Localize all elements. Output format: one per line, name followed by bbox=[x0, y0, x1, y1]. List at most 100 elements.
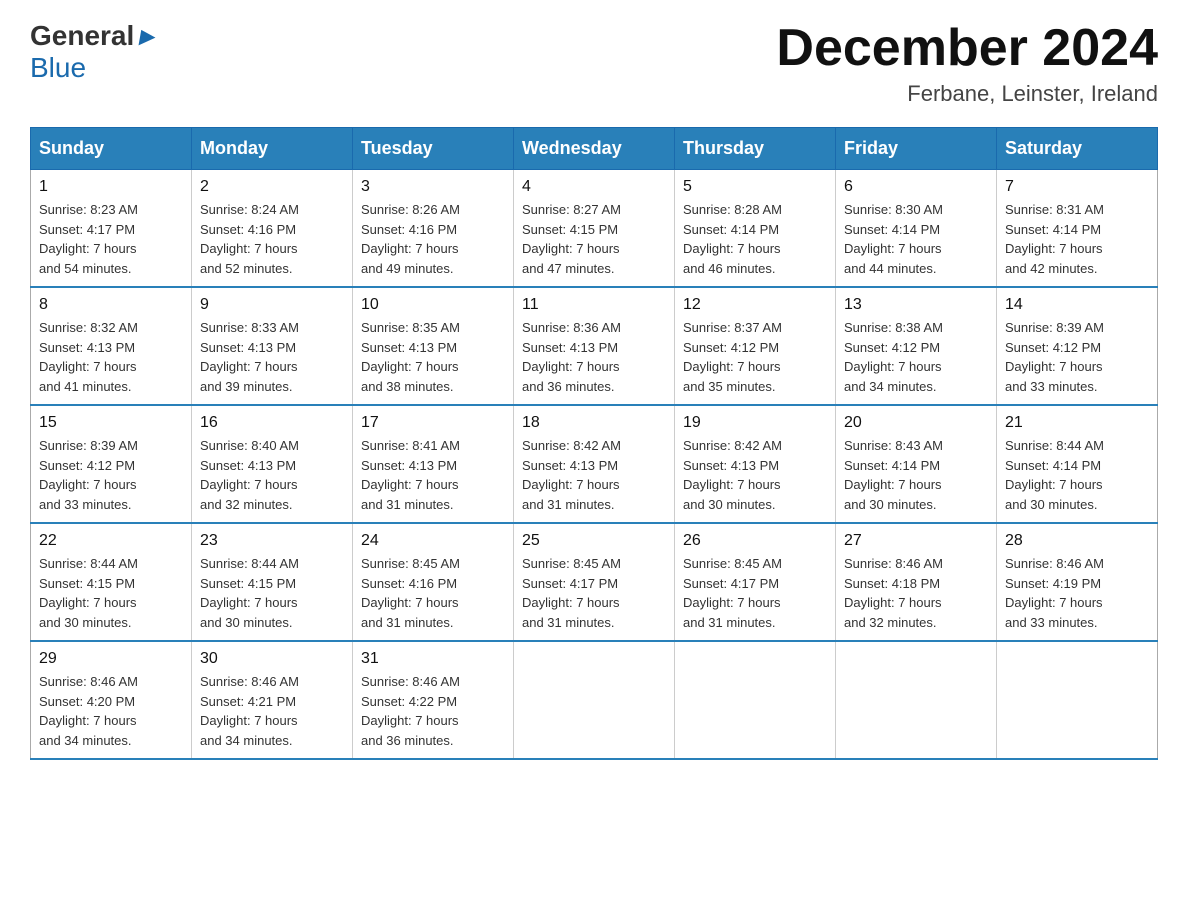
location-subtitle: Ferbane, Leinster, Ireland bbox=[776, 81, 1158, 107]
day-info: Sunrise: 8:42 AM Sunset: 4:13 PM Dayligh… bbox=[683, 436, 827, 514]
day-number: 6 bbox=[844, 178, 988, 196]
table-row bbox=[836, 641, 997, 759]
day-info: Sunrise: 8:30 AM Sunset: 4:14 PM Dayligh… bbox=[844, 200, 988, 278]
table-row: 9 Sunrise: 8:33 AM Sunset: 4:13 PM Dayli… bbox=[192, 287, 353, 405]
day-number: 4 bbox=[522, 178, 666, 196]
day-number: 17 bbox=[361, 414, 505, 432]
calendar-week-row: 8 Sunrise: 8:32 AM Sunset: 4:13 PM Dayli… bbox=[31, 287, 1158, 405]
day-info: Sunrise: 8:43 AM Sunset: 4:14 PM Dayligh… bbox=[844, 436, 988, 514]
title-block: December 2024 Ferbane, Leinster, Ireland bbox=[776, 20, 1158, 107]
day-number: 29 bbox=[39, 650, 183, 668]
col-tuesday: Tuesday bbox=[353, 128, 514, 170]
table-row: 30 Sunrise: 8:46 AM Sunset: 4:21 PM Dayl… bbox=[192, 641, 353, 759]
day-info: Sunrise: 8:33 AM Sunset: 4:13 PM Dayligh… bbox=[200, 318, 344, 396]
table-row: 22 Sunrise: 8:44 AM Sunset: 4:15 PM Dayl… bbox=[31, 523, 192, 641]
day-number: 21 bbox=[1005, 414, 1149, 432]
day-info: Sunrise: 8:23 AM Sunset: 4:17 PM Dayligh… bbox=[39, 200, 183, 278]
table-row bbox=[997, 641, 1158, 759]
day-number: 25 bbox=[522, 532, 666, 550]
day-number: 13 bbox=[844, 296, 988, 314]
table-row: 10 Sunrise: 8:35 AM Sunset: 4:13 PM Dayl… bbox=[353, 287, 514, 405]
day-number: 31 bbox=[361, 650, 505, 668]
day-number: 19 bbox=[683, 414, 827, 432]
calendar-table: Sunday Monday Tuesday Wednesday Thursday… bbox=[30, 127, 1158, 760]
day-info: Sunrise: 8:45 AM Sunset: 4:17 PM Dayligh… bbox=[683, 554, 827, 632]
day-number: 10 bbox=[361, 296, 505, 314]
calendar-week-row: 15 Sunrise: 8:39 AM Sunset: 4:12 PM Dayl… bbox=[31, 405, 1158, 523]
table-row: 5 Sunrise: 8:28 AM Sunset: 4:14 PM Dayli… bbox=[675, 170, 836, 288]
day-number: 16 bbox=[200, 414, 344, 432]
table-row: 28 Sunrise: 8:46 AM Sunset: 4:19 PM Dayl… bbox=[997, 523, 1158, 641]
day-number: 5 bbox=[683, 178, 827, 196]
col-saturday: Saturday bbox=[997, 128, 1158, 170]
table-row: 6 Sunrise: 8:30 AM Sunset: 4:14 PM Dayli… bbox=[836, 170, 997, 288]
logo: General ► Blue bbox=[30, 20, 162, 84]
day-info: Sunrise: 8:44 AM Sunset: 4:15 PM Dayligh… bbox=[39, 554, 183, 632]
day-info: Sunrise: 8:44 AM Sunset: 4:15 PM Dayligh… bbox=[200, 554, 344, 632]
table-row bbox=[675, 641, 836, 759]
table-row: 20 Sunrise: 8:43 AM Sunset: 4:14 PM Dayl… bbox=[836, 405, 997, 523]
col-sunday: Sunday bbox=[31, 128, 192, 170]
day-number: 3 bbox=[361, 178, 505, 196]
day-number: 28 bbox=[1005, 532, 1149, 550]
day-info: Sunrise: 8:35 AM Sunset: 4:13 PM Dayligh… bbox=[361, 318, 505, 396]
day-info: Sunrise: 8:31 AM Sunset: 4:14 PM Dayligh… bbox=[1005, 200, 1149, 278]
day-number: 23 bbox=[200, 532, 344, 550]
table-row: 14 Sunrise: 8:39 AM Sunset: 4:12 PM Dayl… bbox=[997, 287, 1158, 405]
col-friday: Friday bbox=[836, 128, 997, 170]
day-number: 7 bbox=[1005, 178, 1149, 196]
day-number: 8 bbox=[39, 296, 183, 314]
page-header: General ► Blue December 2024 Ferbane, Le… bbox=[30, 20, 1158, 107]
table-row: 3 Sunrise: 8:26 AM Sunset: 4:16 PM Dayli… bbox=[353, 170, 514, 288]
day-info: Sunrise: 8:38 AM Sunset: 4:12 PM Dayligh… bbox=[844, 318, 988, 396]
col-monday: Monday bbox=[192, 128, 353, 170]
day-info: Sunrise: 8:45 AM Sunset: 4:17 PM Dayligh… bbox=[522, 554, 666, 632]
table-row: 31 Sunrise: 8:46 AM Sunset: 4:22 PM Dayl… bbox=[353, 641, 514, 759]
day-info: Sunrise: 8:24 AM Sunset: 4:16 PM Dayligh… bbox=[200, 200, 344, 278]
table-row: 13 Sunrise: 8:38 AM Sunset: 4:12 PM Dayl… bbox=[836, 287, 997, 405]
day-info: Sunrise: 8:45 AM Sunset: 4:16 PM Dayligh… bbox=[361, 554, 505, 632]
day-number: 26 bbox=[683, 532, 827, 550]
day-info: Sunrise: 8:40 AM Sunset: 4:13 PM Dayligh… bbox=[200, 436, 344, 514]
day-number: 27 bbox=[844, 532, 988, 550]
day-info: Sunrise: 8:37 AM Sunset: 4:12 PM Dayligh… bbox=[683, 318, 827, 396]
table-row: 19 Sunrise: 8:42 AM Sunset: 4:13 PM Dayl… bbox=[675, 405, 836, 523]
col-thursday: Thursday bbox=[675, 128, 836, 170]
calendar-week-row: 1 Sunrise: 8:23 AM Sunset: 4:17 PM Dayli… bbox=[31, 170, 1158, 288]
day-number: 12 bbox=[683, 296, 827, 314]
table-row: 21 Sunrise: 8:44 AM Sunset: 4:14 PM Dayl… bbox=[997, 405, 1158, 523]
day-number: 9 bbox=[200, 296, 344, 314]
table-row: 15 Sunrise: 8:39 AM Sunset: 4:12 PM Dayl… bbox=[31, 405, 192, 523]
logo-general-text: General bbox=[30, 20, 134, 52]
day-info: Sunrise: 8:44 AM Sunset: 4:14 PM Dayligh… bbox=[1005, 436, 1149, 514]
table-row: 4 Sunrise: 8:27 AM Sunset: 4:15 PM Dayli… bbox=[514, 170, 675, 288]
table-row: 7 Sunrise: 8:31 AM Sunset: 4:14 PM Dayli… bbox=[997, 170, 1158, 288]
day-number: 22 bbox=[39, 532, 183, 550]
day-info: Sunrise: 8:46 AM Sunset: 4:18 PM Dayligh… bbox=[844, 554, 988, 632]
calendar-week-row: 29 Sunrise: 8:46 AM Sunset: 4:20 PM Dayl… bbox=[31, 641, 1158, 759]
table-row: 25 Sunrise: 8:45 AM Sunset: 4:17 PM Dayl… bbox=[514, 523, 675, 641]
table-row: 24 Sunrise: 8:45 AM Sunset: 4:16 PM Dayl… bbox=[353, 523, 514, 641]
logo-blue-text: Blue bbox=[30, 52, 86, 83]
day-number: 18 bbox=[522, 414, 666, 432]
day-info: Sunrise: 8:39 AM Sunset: 4:12 PM Dayligh… bbox=[39, 436, 183, 514]
calendar-week-row: 22 Sunrise: 8:44 AM Sunset: 4:15 PM Dayl… bbox=[31, 523, 1158, 641]
table-row: 17 Sunrise: 8:41 AM Sunset: 4:13 PM Dayl… bbox=[353, 405, 514, 523]
table-row: 23 Sunrise: 8:44 AM Sunset: 4:15 PM Dayl… bbox=[192, 523, 353, 641]
day-number: 2 bbox=[200, 178, 344, 196]
table-row bbox=[514, 641, 675, 759]
table-row: 8 Sunrise: 8:32 AM Sunset: 4:13 PM Dayli… bbox=[31, 287, 192, 405]
day-info: Sunrise: 8:41 AM Sunset: 4:13 PM Dayligh… bbox=[361, 436, 505, 514]
col-wednesday: Wednesday bbox=[514, 128, 675, 170]
day-info: Sunrise: 8:46 AM Sunset: 4:22 PM Dayligh… bbox=[361, 672, 505, 750]
day-number: 20 bbox=[844, 414, 988, 432]
table-row: 1 Sunrise: 8:23 AM Sunset: 4:17 PM Dayli… bbox=[31, 170, 192, 288]
day-info: Sunrise: 8:46 AM Sunset: 4:21 PM Dayligh… bbox=[200, 672, 344, 750]
table-row: 27 Sunrise: 8:46 AM Sunset: 4:18 PM Dayl… bbox=[836, 523, 997, 641]
day-number: 14 bbox=[1005, 296, 1149, 314]
day-info: Sunrise: 8:46 AM Sunset: 4:19 PM Dayligh… bbox=[1005, 554, 1149, 632]
day-info: Sunrise: 8:26 AM Sunset: 4:16 PM Dayligh… bbox=[361, 200, 505, 278]
day-info: Sunrise: 8:36 AM Sunset: 4:13 PM Dayligh… bbox=[522, 318, 666, 396]
day-number: 30 bbox=[200, 650, 344, 668]
table-row: 11 Sunrise: 8:36 AM Sunset: 4:13 PM Dayl… bbox=[514, 287, 675, 405]
